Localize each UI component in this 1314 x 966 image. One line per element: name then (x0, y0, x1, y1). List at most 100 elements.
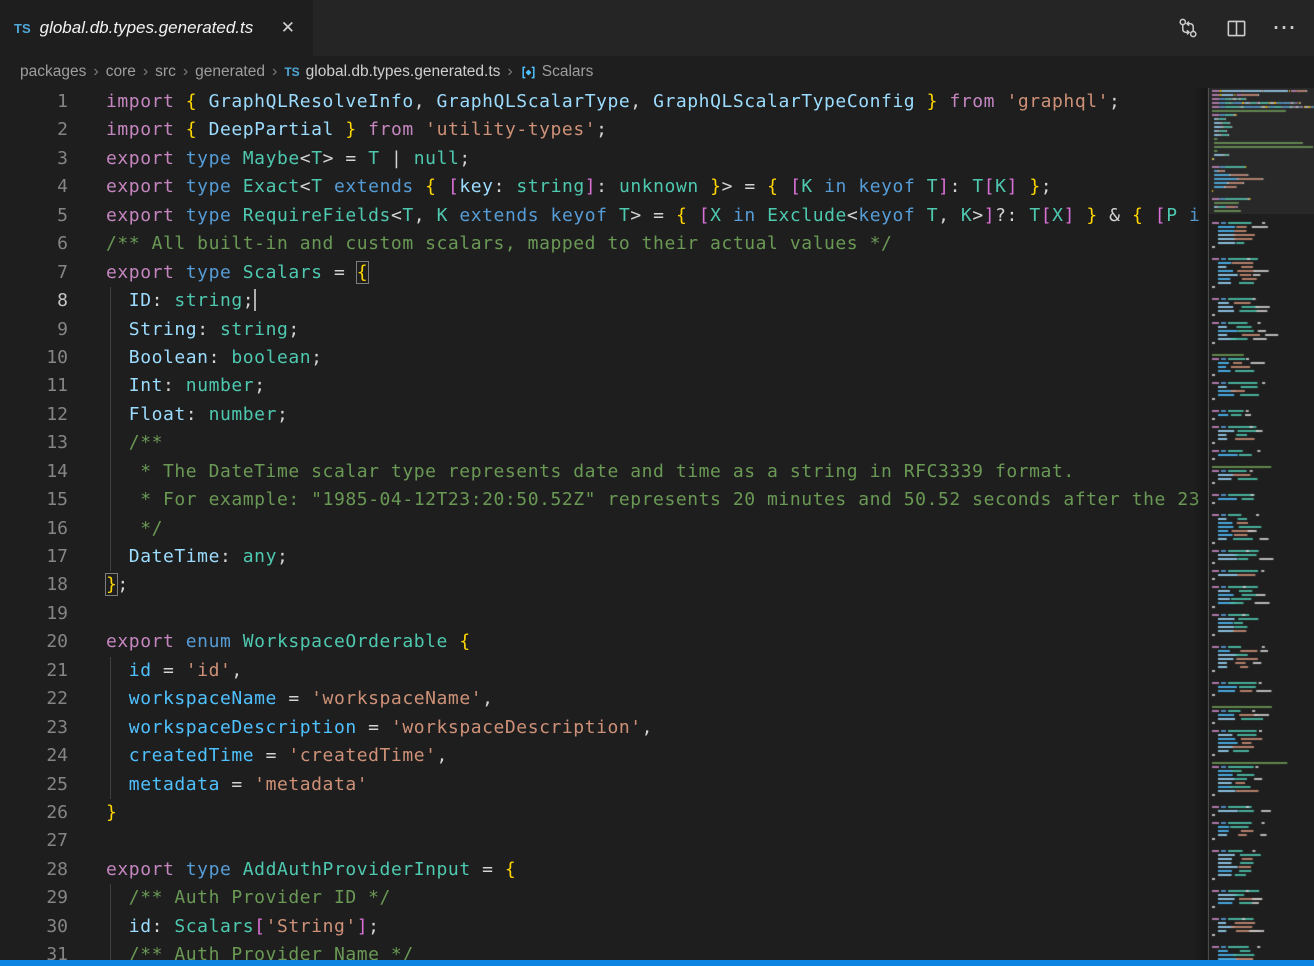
code-line[interactable]: 11 Int: number; (0, 372, 1207, 400)
line-number: 3 (0, 145, 68, 173)
status-bar-strip (0, 960, 1314, 966)
code-line-content: } (106, 799, 117, 827)
breadcrumb-item-core[interactable]: core (106, 63, 136, 81)
compare-changes-icon[interactable] (1176, 16, 1200, 40)
code-line-content: Boolean: boolean; (106, 344, 323, 372)
code-line[interactable]: 1import { GraphQLResolveInfo, GraphQLSca… (0, 88, 1207, 116)
line-number: 29 (0, 884, 68, 912)
line-number: 4 (0, 173, 68, 201)
line-number: 7 (0, 259, 68, 287)
code-line[interactable]: 10 Boolean: boolean; (0, 344, 1207, 372)
breadcrumb-item-generated[interactable]: generated (195, 63, 265, 81)
code-line-content: */ (106, 515, 163, 543)
line-number: 16 (0, 515, 68, 543)
code-line[interactable]: 21 id = 'id', (0, 657, 1207, 685)
code-line-content: createdTime = 'createdTime', (106, 742, 448, 770)
code-line-content: /** (106, 429, 163, 457)
code-line-content: export enum WorkspaceOrderable { (106, 628, 471, 656)
code-line[interactable]: 9 String: string; (0, 316, 1207, 344)
line-number: 18 (0, 571, 68, 599)
code-line[interactable]: 15 * For example: "1985-04-12T23:20:50.5… (0, 486, 1207, 514)
code-line-content: id: Scalars['String']; (106, 913, 380, 941)
code-line-content: workspaceName = 'workspaceName', (106, 685, 494, 713)
line-number: 11 (0, 372, 68, 400)
code-line[interactable]: 25 metadata = 'metadata' (0, 771, 1207, 799)
line-number: 21 (0, 657, 68, 685)
split-editor-icon[interactable] (1224, 16, 1248, 40)
breadcrumb: packages›core›src›generated›TSglobal.db.… (0, 56, 1314, 88)
line-number: 2 (0, 116, 68, 144)
code-line-content: /** Auth Provider Name */ (106, 941, 414, 960)
code-line-content: /** All built-in and custom scalars, map… (106, 230, 892, 258)
line-number: 28 (0, 856, 68, 884)
editor: 1import { GraphQLResolveInfo, GraphQLSca… (0, 88, 1314, 960)
code-line[interactable]: 30 id: Scalars['String']; (0, 913, 1207, 941)
code-line[interactable]: 23 workspaceDescription = 'workspaceDesc… (0, 714, 1207, 742)
code-line[interactable]: 27 (0, 827, 1207, 855)
code-line-content: String: string; (106, 316, 300, 344)
breadcrumb-separator: › (507, 63, 512, 81)
code-line[interactable]: 29 /** Auth Provider ID */ (0, 884, 1207, 912)
code-line[interactable]: 8 ID: string; (0, 287, 1207, 315)
line-number: 27 (0, 827, 68, 855)
typescript-file-icon: TS (14, 21, 31, 36)
code-area[interactable]: 1import { GraphQLResolveInfo, GraphQLSca… (0, 88, 1207, 960)
line-number: 6 (0, 230, 68, 258)
code-line-content: * For example: "1985-04-12T23:20:50.52Z"… (106, 486, 1200, 514)
line-number: 14 (0, 458, 68, 486)
line-number: 20 (0, 628, 68, 656)
code-line-content: import { GraphQLResolveInfo, GraphQLScal… (106, 88, 1120, 116)
line-number: 12 (0, 401, 68, 429)
text-cursor (254, 289, 256, 311)
line-number: 19 (0, 600, 68, 628)
code-line[interactable]: 6 /** All built-in and custom scalars, ma… (0, 230, 1207, 258)
code-line[interactable]: 14 * The DateTime scalar type represents… (0, 458, 1207, 486)
line-number: 22 (0, 685, 68, 713)
code-line-content: import { DeepPartial } from 'utility-typ… (106, 116, 608, 144)
code-line[interactable]: 16 */ (0, 515, 1207, 543)
breadcrumb-item-src[interactable]: src (155, 63, 176, 81)
code-line[interactable]: 31 /** Auth Provider Name */ (0, 941, 1207, 960)
code-line[interactable]: 18}; (0, 571, 1207, 599)
line-number: 24 (0, 742, 68, 770)
line-number: 5 (0, 202, 68, 230)
code-line[interactable]: 24 createdTime = 'createdTime', (0, 742, 1207, 770)
code-line-content: export type Maybe<T> = T | null; (106, 145, 471, 173)
breadcrumb-separator: › (183, 63, 188, 81)
minimap[interactable] (1208, 88, 1314, 960)
line-number: 23 (0, 714, 68, 742)
code-line[interactable]: 17 DateTime: any; (0, 543, 1207, 571)
code-line[interactable]: 26} (0, 799, 1207, 827)
editor-tab[interactable]: TS global.db.types.generated.ts ✕ (0, 0, 313, 56)
tab-actions: ⋯ (1176, 0, 1314, 56)
typescript-icon: TS (284, 65, 299, 79)
code-line[interactable]: 2 import { DeepPartial } from 'utility-ty… (0, 116, 1207, 144)
code-line-content: workspaceDescription = 'workspaceDescrip… (106, 714, 653, 742)
code-line[interactable]: 22 workspaceName = 'workspaceName', (0, 685, 1207, 713)
code-line[interactable]: 12 Float: number; (0, 401, 1207, 429)
line-number: 17 (0, 543, 68, 571)
line-number: 10 (0, 344, 68, 372)
code-line[interactable]: 4 export type Exact<T extends { [key: str… (0, 173, 1207, 201)
code-line[interactable]: 28export type AddAuthProviderInput = { (0, 856, 1207, 884)
vscode-window: TS global.db.types.generated.ts ✕ (0, 0, 1314, 966)
line-number: 25 (0, 771, 68, 799)
breadcrumb-item-global-db-types-generated-ts[interactable]: TSglobal.db.types.generated.ts (284, 63, 500, 81)
line-number: 9 (0, 316, 68, 344)
breadcrumb-item-packages[interactable]: packages (20, 63, 86, 81)
close-tab-icon[interactable]: ✕ (277, 16, 299, 40)
code-line[interactable]: 5 export type RequireFields<T, K extends … (0, 202, 1207, 230)
breadcrumb-item-scalars[interactable]: Scalars (520, 63, 594, 81)
code-line[interactable]: 13 /** (0, 429, 1207, 457)
code-line-content: export type Exact<T extends { [key: stri… (106, 173, 1052, 201)
code-line[interactable]: 7export type Scalars = { (0, 259, 1207, 287)
more-actions-icon[interactable]: ⋯ (1272, 16, 1296, 40)
line-number: 13 (0, 429, 68, 457)
code-line[interactable]: 19 (0, 600, 1207, 628)
code-line-content: export type RequireFields<T, K extends k… (106, 202, 1200, 230)
code-line[interactable]: 20 export enum WorkspaceOrderable { (0, 628, 1207, 656)
tab-label: global.db.types.generated.ts (40, 18, 268, 38)
code-line-content: Int: number; (106, 372, 266, 400)
code-line[interactable]: 3 export type Maybe<T> = T | null; (0, 145, 1207, 173)
code-line-content: * The DateTime scalar type represents da… (106, 458, 1075, 486)
